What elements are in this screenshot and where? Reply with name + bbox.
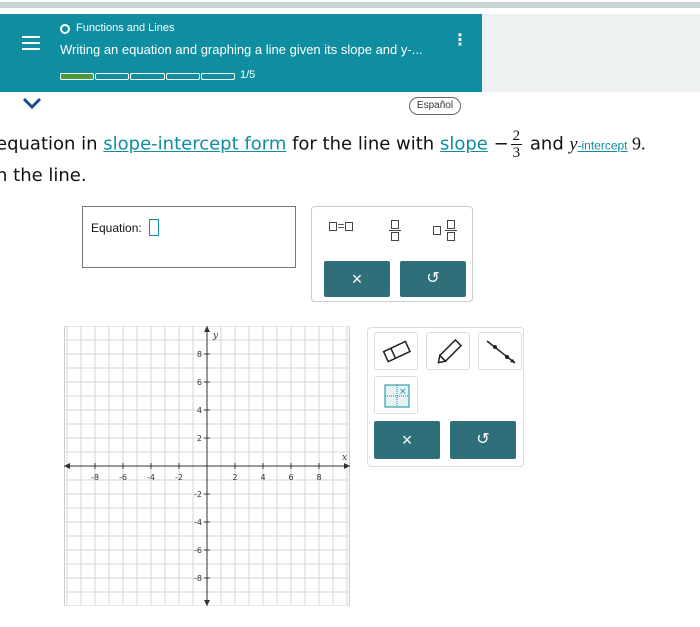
question-text: and <box>524 133 570 155</box>
progress-segment <box>60 73 95 80</box>
graph-options-tool[interactable]: × <box>374 376 418 414</box>
graph-clear-button[interactable]: × <box>374 421 440 459</box>
x-tick-label: -6 <box>119 473 127 482</box>
slope-link[interactable]: slope <box>440 134 488 155</box>
y-tick-label: -6 <box>194 546 202 555</box>
more-options-icon[interactable]: ⋮ <box>452 30 468 50</box>
line-icon <box>486 340 516 364</box>
question-text: equation in <box>0 133 104 155</box>
page-title: Writing an equation and graphing a line … <box>60 42 423 57</box>
eraser-icon <box>382 340 411 363</box>
math-tool-panel: = × ↺ <box>311 206 473 302</box>
x-axis-label: x <box>342 453 347 463</box>
x-tick-label: 8 <box>316 473 321 482</box>
x-tick-label: -2 <box>175 473 183 482</box>
intercept-value: 9. <box>627 133 646 154</box>
equation-box: Equation: <box>82 206 296 268</box>
slope-numerator: 2 <box>510 128 523 145</box>
x-tick-label: 4 <box>260 473 265 482</box>
menu-icon[interactable] <box>22 36 40 50</box>
top-strip <box>0 0 700 8</box>
x-tick-label: 2 <box>232 473 237 482</box>
y-tick-label: 6 <box>197 378 202 387</box>
question-line-2: h the line. <box>0 165 87 186</box>
progress-segment <box>95 73 130 80</box>
graph-undo-button[interactable]: ↺ <box>450 421 516 459</box>
y-tick-label: -8 <box>194 574 202 583</box>
equation-input[interactable] <box>149 219 159 236</box>
question-line-1: equation in slope-intercept form for the… <box>0 128 646 161</box>
app-root: Functions and Lines Writing an equation … <box>0 0 700 627</box>
equation-label: Equation: <box>91 221 142 235</box>
undo-button[interactable]: ↺ <box>400 261 466 297</box>
mixed-number-template-button[interactable] <box>426 219 464 241</box>
equals-template-button[interactable]: = <box>322 219 360 241</box>
y-tick-label: -4 <box>194 518 202 527</box>
topic-circle-icon <box>60 24 70 34</box>
header-bar: Functions and Lines Writing an equation … <box>0 14 482 92</box>
question-text: for the line with <box>286 133 440 155</box>
slope-denominator: 3 <box>512 145 521 161</box>
slope-intercept-form-link[interactable]: slope-intercept form <box>103 134 286 155</box>
slope-fraction: 23 <box>510 128 523 161</box>
x-tick-label: -4 <box>147 473 155 482</box>
header-right-area <box>482 14 700 92</box>
topic-label: Functions and Lines <box>76 22 175 34</box>
progress-segment <box>130 73 165 80</box>
x-tick-label: -8 <box>91 473 99 482</box>
progress-bar <box>60 73 236 80</box>
slope-sign: − <box>493 133 509 155</box>
line-tool[interactable] <box>478 332 522 370</box>
fraction-template-button[interactable] <box>380 219 410 241</box>
chevron-down-icon[interactable] <box>20 96 44 110</box>
progress-segment <box>165 73 200 80</box>
y-tick-label: 2 <box>197 434 202 443</box>
y-tick-label: 8 <box>197 350 202 359</box>
clear-button[interactable]: × <box>324 261 390 297</box>
x-tick-label: 6 <box>288 473 293 482</box>
eraser-tool[interactable] <box>374 332 418 370</box>
language-button[interactable]: Español <box>409 97 461 115</box>
pencil-icon <box>437 338 463 364</box>
equals-sign: = <box>337 219 345 233</box>
progress-segment <box>200 73 236 80</box>
y-intercept-link[interactable]: -intercept <box>577 139 627 153</box>
svg-text:×: × <box>399 387 407 397</box>
y-tick-label: -2 <box>194 490 202 499</box>
coordinate-graph[interactable]: -8 -6 -4 -2 2 4 6 8 8 6 4 2 -2 -4 -6 -8 x y <box>64 326 350 606</box>
progress-text: 1/5 <box>240 69 256 81</box>
graph-grid-icon: × <box>384 384 410 408</box>
pencil-tool[interactable] <box>426 332 470 370</box>
y-tick-label: 4 <box>197 406 202 415</box>
y-axis-label: y <box>212 331 219 341</box>
